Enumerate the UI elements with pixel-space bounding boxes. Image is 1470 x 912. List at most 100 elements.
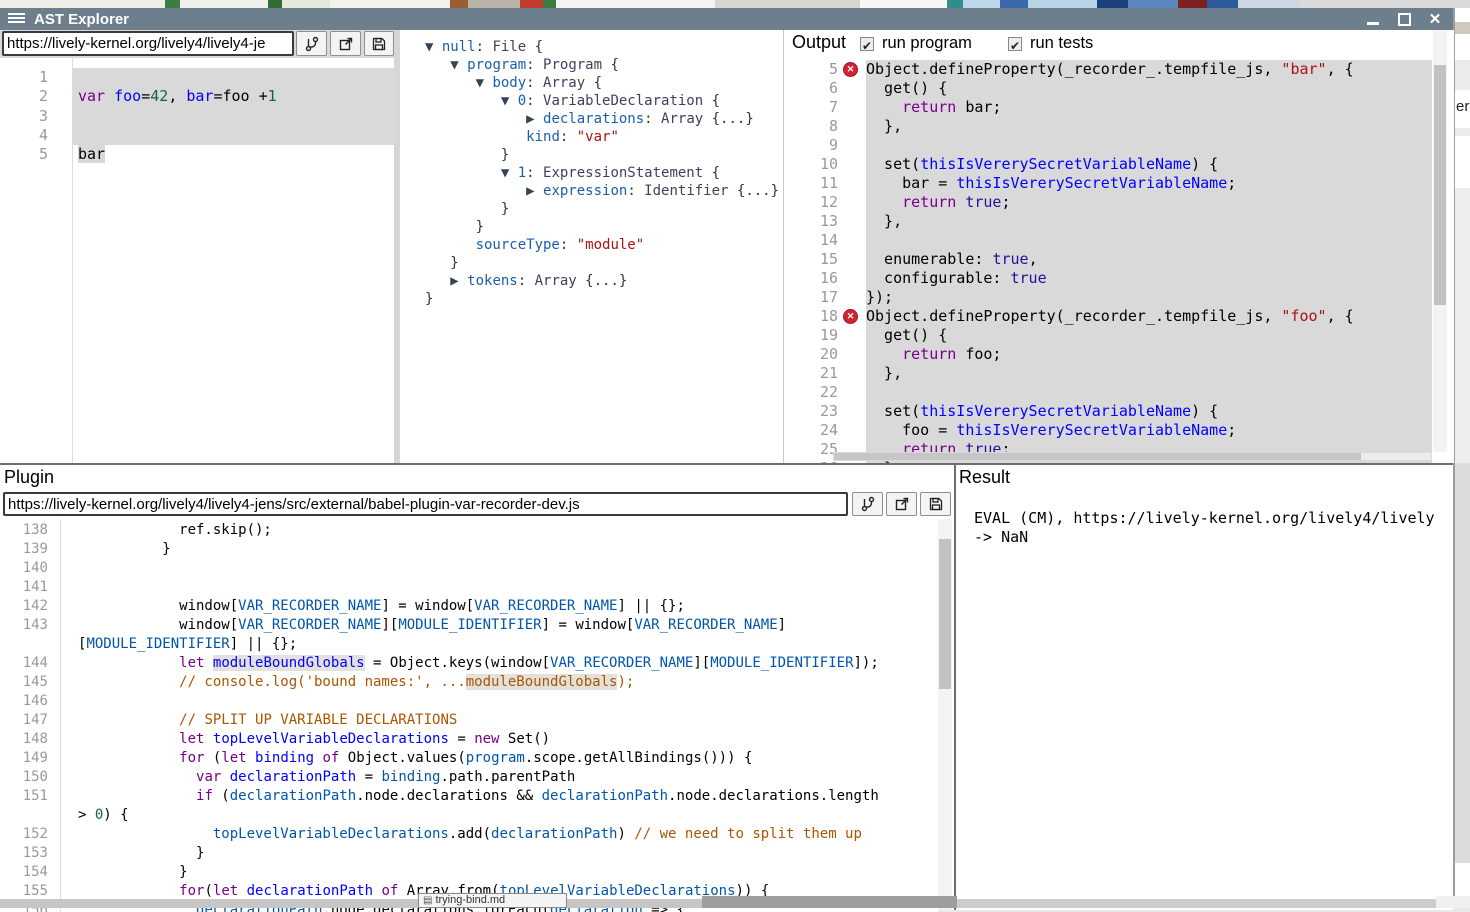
code-line: 146 xyxy=(0,692,938,711)
code-line: 10 set(thisIsVererySecretVariableName) { xyxy=(784,155,1432,174)
run-tests-checkbox[interactable] xyxy=(1008,37,1022,51)
code-line: 150 var declarationPath = binding.path.p… xyxy=(0,768,938,787)
plugin-pane-title: Plugin xyxy=(4,467,54,488)
ast-node-row[interactable]: ▶ declarations: Array {...} xyxy=(425,110,779,128)
code-line: 151 if (declarationPath.node.declaration… xyxy=(0,787,938,806)
ast-node-row[interactable]: } xyxy=(425,200,779,218)
result-output: EVAL (CM), https://lively-kernel.org/liv… xyxy=(974,509,1453,547)
output-horizontal-scrollbar[interactable] xyxy=(833,452,1432,461)
code-line: 153 } xyxy=(0,844,938,863)
ast-node-row[interactable]: } xyxy=(425,290,779,308)
scrollbar-thumb[interactable] xyxy=(1434,65,1446,305)
save-button[interactable] xyxy=(364,31,394,56)
ast-node-row[interactable]: ▶ expression: Identifier {...} xyxy=(425,182,779,200)
code-line: 20 return foo; xyxy=(784,345,1432,364)
ast-node-row[interactable]: ▼ null: File { xyxy=(425,38,779,56)
run-program-checkbox[interactable] xyxy=(860,37,874,51)
code-line: 149 for (let binding of Object.values(pr… xyxy=(0,749,938,768)
ast-node-row[interactable]: } xyxy=(425,146,779,164)
result-pane: Result EVAL (CM), https://lively-kernel.… xyxy=(956,465,1453,910)
ast-node-row[interactable]: } xyxy=(425,218,779,236)
save-icon xyxy=(371,36,387,52)
run-tests-label: run tests xyxy=(1030,34,1093,53)
code-line: 148 let topLevelVariableDeclarations = n… xyxy=(0,730,938,749)
plugin-url-input[interactable] xyxy=(3,492,848,516)
hamburger-menu-icon[interactable] xyxy=(8,13,25,26)
plugin-code-editor[interactable]: 138 ref.skip();139 }140141142 window[VAR… xyxy=(0,519,938,912)
ast-node-row[interactable]: ▼ program: Program { xyxy=(425,56,779,74)
ast-node-row[interactable]: ▶ tokens: Array {...} xyxy=(425,272,779,290)
output-code-editor[interactable]: 5✕Object.defineProperty(_recorder_.tempf… xyxy=(784,57,1432,466)
background-window-right-sliver: er xyxy=(1455,8,1470,908)
code-line: 24 foo = thisIsVererySecretVariableName; xyxy=(784,421,1432,440)
code-line: 4 xyxy=(0,126,394,145)
plugin-vertical-scrollbar[interactable] xyxy=(938,519,952,910)
code-line: 9 xyxy=(784,136,1432,155)
code-line: > 0) { xyxy=(0,806,938,825)
code-line: 8 }, xyxy=(784,117,1432,136)
open-external-button[interactable] xyxy=(886,492,917,516)
code-line: [MODULE_IDENTIFIER] || {}; xyxy=(0,635,938,654)
background-window-row xyxy=(1455,463,1470,863)
code-line: 13 }, xyxy=(784,212,1432,231)
code-line: 141 xyxy=(0,578,938,597)
open-external-icon xyxy=(338,36,354,52)
scrollbar-thumb[interactable] xyxy=(939,539,951,689)
code-line: 22 xyxy=(784,383,1432,402)
background-window-row xyxy=(1455,60,1470,90)
error-icon[interactable]: ✕ xyxy=(843,309,858,324)
ast-node-row[interactable]: ▼ body: Array { xyxy=(425,74,779,92)
output-vertical-scrollbar[interactable] xyxy=(1433,30,1447,452)
source-url-row xyxy=(0,30,394,58)
code-line: 5✕Object.defineProperty(_recorder_.tempf… xyxy=(784,60,1432,79)
ast-tree[interactable]: ▼ null: File { ▼ program: Program { ▼ bo… xyxy=(425,38,779,308)
code-line: 12 return true; xyxy=(784,193,1432,212)
source-url-input[interactable] xyxy=(2,31,294,56)
taskbar-strip xyxy=(957,899,1436,908)
code-line: 23 set(thisIsVererySecretVariableName) { xyxy=(784,402,1432,421)
result-pane-title: Result xyxy=(959,467,1010,488)
save-button[interactable] xyxy=(920,492,951,516)
code-line: 139 } xyxy=(0,540,938,559)
code-line: 5bar xyxy=(0,145,394,164)
plugin-pane: Plugin xyxy=(0,465,956,910)
background-tab[interactable]: ▤trying-bind.md xyxy=(418,893,567,908)
code-line: 6 get() { xyxy=(784,79,1432,98)
ast-node-row[interactable]: kind: "var" xyxy=(425,128,779,146)
code-line: 152 topLevelVariableDeclarations.add(dec… xyxy=(0,825,938,844)
source-code-editor[interactable]: 12var foo=42, bar=foo +1345bar xyxy=(0,58,394,473)
code-line: 14 xyxy=(784,231,1432,250)
maximize-button[interactable] xyxy=(1397,12,1413,27)
desktop-background-strip xyxy=(0,0,1470,8)
taskbar-strip xyxy=(1436,896,1470,908)
code-line: 140 xyxy=(0,559,938,578)
git-branch-button[interactable] xyxy=(296,31,327,56)
git-branch-button[interactable] xyxy=(852,492,883,516)
background-tab-label: trying-bind.md xyxy=(435,894,505,906)
minimize-button[interactable] xyxy=(1365,12,1381,27)
code-line: 138 ref.skip(); xyxy=(0,521,938,540)
ast-node-row[interactable]: } xyxy=(425,254,779,272)
scrollbar-thumb[interactable] xyxy=(834,453,1361,460)
top-region: 12var foo=42, bar=foo +1345bar ▼ null: F… xyxy=(0,30,1453,463)
ast-node-row[interactable]: ▼ 0: VariableDeclaration { xyxy=(425,92,779,110)
output-pane: Output run program run tests 5✕Object.de… xyxy=(783,30,1454,463)
close-button[interactable]: ✕ xyxy=(1427,12,1443,27)
open-external-icon xyxy=(894,496,910,512)
window-title: AST Explorer xyxy=(34,10,129,29)
bottom-region: Plugin xyxy=(0,463,1453,910)
open-external-button[interactable] xyxy=(330,31,361,56)
maximize-icon xyxy=(1398,13,1411,26)
run-program-label: run program xyxy=(882,34,972,53)
git-branch-icon xyxy=(860,496,876,512)
code-line: 17}); xyxy=(784,288,1432,307)
code-line: 15 enumerable: true, xyxy=(784,250,1432,269)
code-line: 147 // SPLIT UP VARIABLE DECLARATIONS xyxy=(0,711,938,730)
ast-node-row[interactable]: ▼ 1: ExpressionStatement { xyxy=(425,164,779,182)
ast-node-row[interactable]: sourceType: "module" xyxy=(425,236,779,254)
code-line: 11 bar = thisIsVererySecretVariableName; xyxy=(784,174,1432,193)
error-icon[interactable]: ✕ xyxy=(843,62,858,77)
code-line: 16 configurable: true xyxy=(784,269,1432,288)
save-icon xyxy=(928,496,944,512)
code-line: 145 // console.log('bound names:', ...mo… xyxy=(0,673,938,692)
